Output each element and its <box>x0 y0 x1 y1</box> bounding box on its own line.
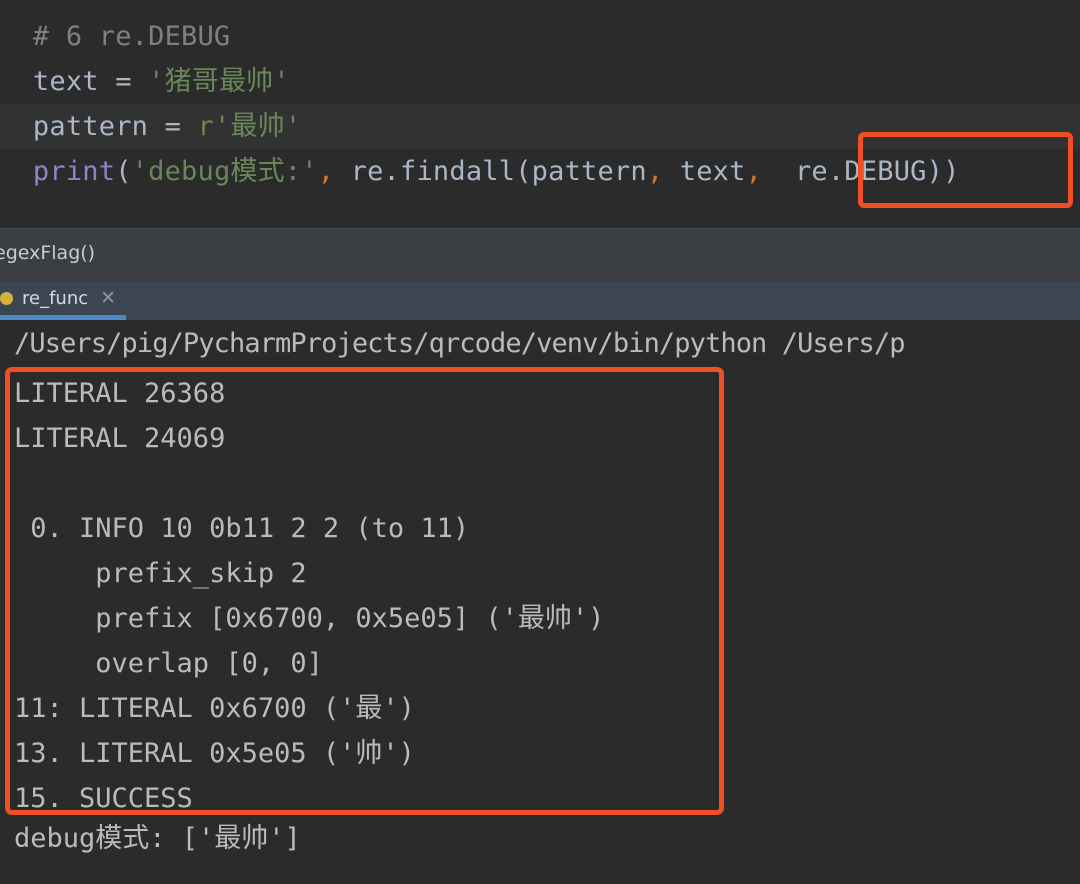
tab-label: re_func <box>22 288 89 309</box>
code-line-pattern-assign[interactable]: pattern = r'最帅' <box>0 104 1080 149</box>
code-token-pad <box>0 156 33 187</box>
console-command-line: /Users/pig/PycharmProjects/qrcode/venv/b… <box>14 328 906 359</box>
code-token-ident: text <box>663 156 746 187</box>
console-final-result-line: debug模式: ['最帅'] <box>14 823 301 854</box>
console-output-line: prefix_skip 2 <box>14 558 307 589</box>
code-token-pad <box>0 66 33 97</box>
code-token-string: '最帅' <box>213 111 302 142</box>
run-status-dot-icon <box>0 292 13 305</box>
console-output-line: overlap [0, 0] <box>14 648 323 679</box>
code-token-comma: , <box>745 156 763 187</box>
run-console-output[interactable]: /Users/pig/PycharmProjects/qrcode/venv/b… <box>0 320 1080 884</box>
console-output-line: LITERAL 26368 <box>14 378 226 409</box>
console-output-line: 0. INFO 10 0b11 2 2 (to 11) <box>14 513 470 544</box>
code-token-pad <box>0 21 33 52</box>
code-token-punct: ( <box>115 156 132 187</box>
breadcrumb-bar[interactable]: egexFlag() <box>0 228 1080 282</box>
console-output-line: 13. LITERAL 0x5e05 ('帅') <box>14 738 415 769</box>
code-token-ident: re.DEBUG)) <box>762 156 960 187</box>
console-output-line: LITERAL 24069 <box>14 423 226 454</box>
console-output-line: prefix [0x6700, 0x5e05] ('最帅') <box>14 603 605 634</box>
code-token-ident: re.findall(pattern <box>334 156 647 187</box>
code-token-comma: , <box>317 156 335 187</box>
code-line-text-assign[interactable]: text = '猪哥最帅' <box>0 59 1080 104</box>
console-output-line: 15. SUCCESS <box>14 783 193 814</box>
code-token-string: '猪哥最帅' <box>148 66 290 97</box>
code-line-comment[interactable]: # 6 re.DEBUG <box>0 14 1080 59</box>
code-token-comma: , <box>646 156 664 187</box>
console-output-line: 11: LITERAL 0x6700 ('最') <box>14 693 415 724</box>
run-toolwindow-tabbar[interactable]: re_func ✕ <box>0 282 1080 320</box>
code-token-pad <box>0 111 33 142</box>
close-icon[interactable]: ✕ <box>100 289 116 308</box>
code-token-comment: # 6 re.DEBUG <box>32 21 231 52</box>
code-token-op: = <box>98 66 149 97</box>
code-editor-pane[interactable]: # 6 re.DEBUG text = '猪哥最帅' pattern = r'最… <box>0 0 1080 228</box>
code-token-op: = <box>148 111 198 142</box>
code-token-ident: pattern <box>32 111 149 142</box>
code-token-string: 'debug模式:' <box>131 156 318 187</box>
code-token-fn: print <box>32 156 116 187</box>
breadcrumb-text: egexFlag() <box>0 242 96 264</box>
code-token-ident: text <box>32 66 99 97</box>
tab-re-func[interactable]: re_func ✕ <box>0 282 116 315</box>
code-token-prefix: r <box>197 111 214 142</box>
code-line-print[interactable]: print('debug模式:', re.findall(pattern, te… <box>0 149 1080 194</box>
